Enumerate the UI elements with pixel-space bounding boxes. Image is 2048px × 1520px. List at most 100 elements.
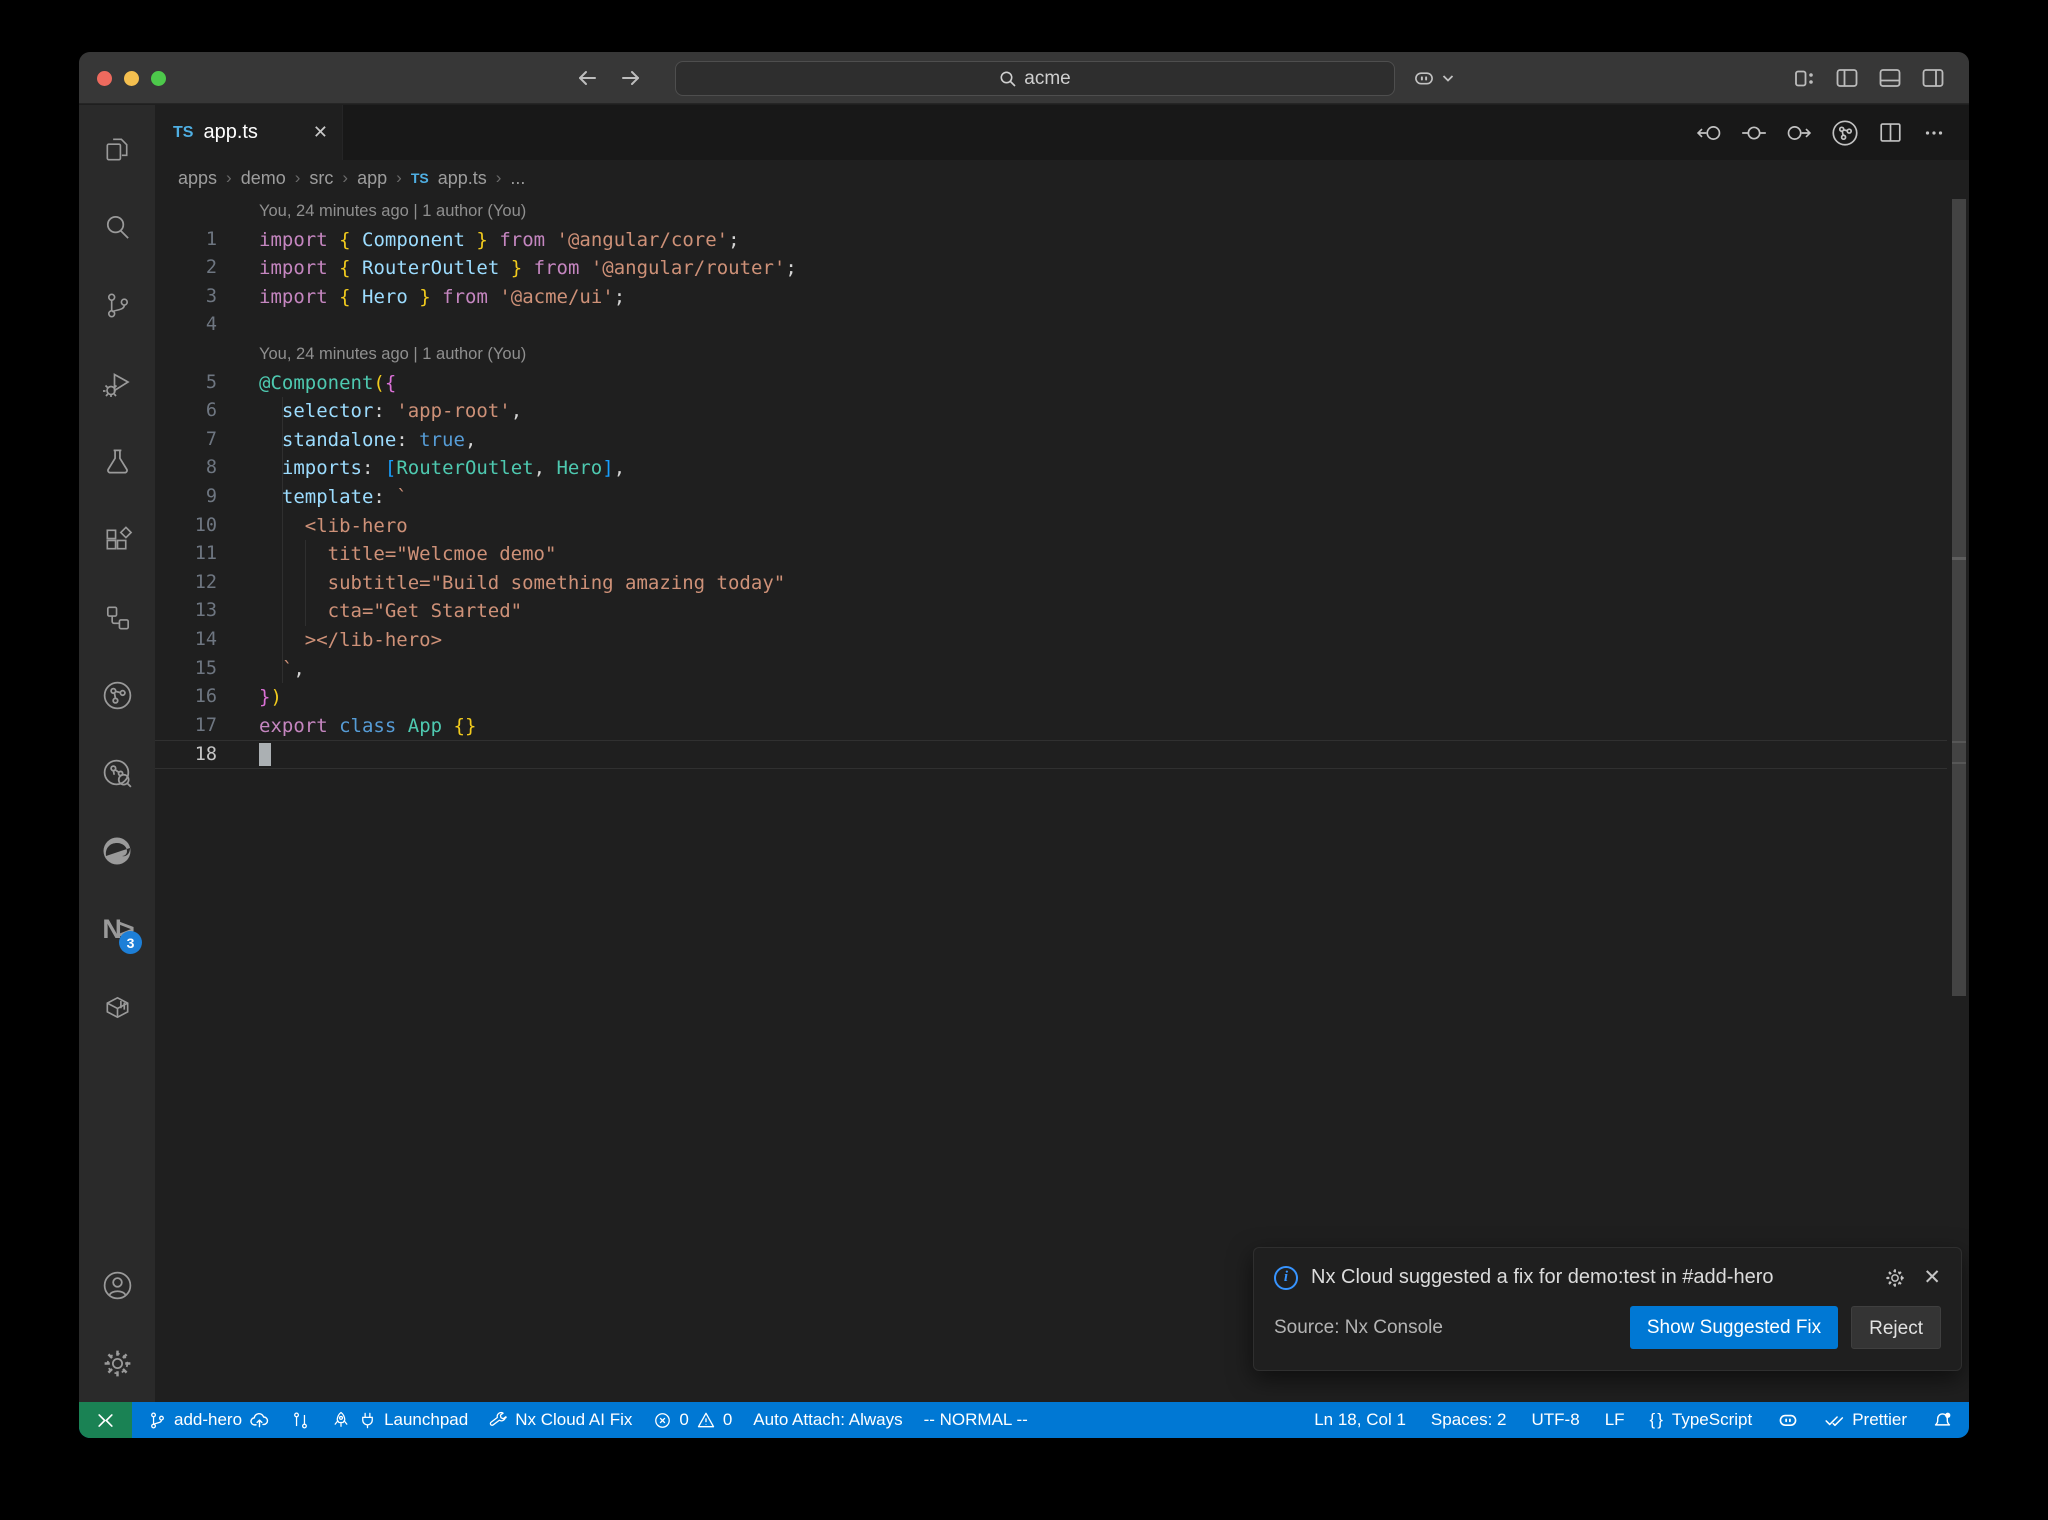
git-compare-status[interactable]	[291, 1411, 310, 1430]
line-number: 2	[205, 257, 217, 279]
run-debug-icon[interactable]	[79, 344, 155, 422]
explorer-icon[interactable]	[79, 110, 155, 188]
back-icon[interactable]	[574, 65, 600, 91]
title-bar: acme	[79, 52, 1969, 104]
notifications-bell[interactable]	[1932, 1410, 1953, 1431]
typescript-file-icon: TS	[173, 123, 194, 141]
language-label: TypeScript	[1671, 1410, 1753, 1429]
source-control-icon[interactable]	[79, 266, 155, 344]
more-actions-icon[interactable]	[1921, 120, 1947, 146]
indentation-status[interactable]: Spaces: 2	[1431, 1410, 1507, 1430]
project-graph-icon[interactable]	[79, 656, 155, 734]
encoding-status[interactable]: UTF-8	[1532, 1410, 1580, 1430]
minimize-window-button[interactable]	[124, 70, 139, 86]
breadcrumb-item[interactable]: app	[357, 168, 387, 189]
tab-app-ts[interactable]: TS app.ts ✕	[155, 105, 343, 160]
code-row[interactable]: 13 cta="Get Started"	[155, 597, 1947, 626]
toggle-sidebar-icon[interactable]	[1835, 66, 1859, 90]
nx-cloud-ai-fix-status[interactable]: Nx Cloud AI Fix	[489, 1410, 632, 1430]
language-status[interactable]: {} TypeScript	[1650, 1410, 1753, 1430]
auto-attach-status[interactable]: Auto Attach: Always	[753, 1410, 902, 1430]
code-line: @Component({	[259, 371, 397, 394]
code-row[interactable]: 10 <lib-hero	[155, 512, 1947, 541]
account-icon[interactable]	[79, 1246, 155, 1324]
reject-button[interactable]: Reject	[1851, 1306, 1941, 1349]
settings-gear-icon[interactable]	[79, 1324, 155, 1402]
close-window-button[interactable]	[97, 70, 112, 86]
code-row[interactable]: 8 imports: [RouterOutlet, Hero],	[155, 454, 1947, 483]
code-line: selector: 'app-root',	[281, 400, 523, 423]
line-number: 11	[194, 543, 217, 565]
gear-icon[interactable]	[1883, 1266, 1907, 1290]
command-center-search[interactable]: acme	[675, 61, 1395, 96]
close-icon[interactable]: ✕	[1923, 1265, 1941, 1290]
breadcrumb-item[interactable]: app.ts	[438, 168, 487, 189]
code-row[interactable]: 15 `,	[155, 655, 1947, 684]
code-row[interactable]: 3 import { Hero } from '@acme/ui';	[155, 283, 1947, 312]
notification-toast: i Nx Cloud suggested a fix for demo:test…	[1253, 1247, 1962, 1371]
extensions-icon[interactable]	[79, 500, 155, 578]
code-row[interactable]: You, 24 minutes ago | 1 author (You)	[155, 340, 1947, 369]
codelens-blame[interactable]: You, 24 minutes ago | 1 author (You)	[259, 340, 526, 369]
nx-badge: 3	[119, 931, 142, 954]
split-editor-icon[interactable]	[1877, 119, 1904, 146]
toggle-secondary-sidebar-icon[interactable]	[1921, 66, 1945, 90]
code-row[interactable]: 1 import { Component } from '@angular/cor…	[155, 226, 1947, 255]
search-icon[interactable]	[79, 188, 155, 266]
scrollbar-track[interactable]	[1948, 196, 1969, 1402]
line-number: 14	[194, 628, 217, 650]
tab-label: app.ts	[203, 121, 258, 143]
cursor-position-status[interactable]: Ln 18, Col 1	[1314, 1410, 1406, 1430]
eol-status[interactable]: LF	[1605, 1410, 1625, 1430]
code-row[interactable]: 12 subtitle="Build something amazing tod…	[155, 569, 1947, 598]
line-number: 16	[194, 686, 217, 708]
code-row[interactable]: 11 title="Welcmoe demo"	[155, 540, 1947, 569]
close-tab-icon[interactable]: ✕	[313, 122, 328, 143]
maximize-window-button[interactable]	[151, 70, 166, 86]
testing-icon[interactable]	[79, 422, 155, 500]
code-row[interactable]: 4	[155, 311, 1947, 340]
nx-icon[interactable]: N> 3	[79, 890, 155, 968]
prev-change-icon[interactable]	[1695, 119, 1723, 147]
forward-icon[interactable]	[618, 65, 644, 91]
line-number: 12	[194, 571, 217, 593]
code-row[interactable]: 2 import { RouterOutlet } from '@angular/…	[155, 254, 1947, 283]
git-branch-status[interactable]: add-hero	[148, 1410, 270, 1431]
prettier-status[interactable]: Prettier	[1824, 1410, 1907, 1431]
graph-circle-icon[interactable]	[1830, 118, 1860, 148]
toggle-panel-icon[interactable]	[1878, 66, 1902, 90]
show-suggested-fix-button[interactable]: Show Suggested Fix	[1629, 1306, 1839, 1349]
problems-status[interactable]: 0 0	[653, 1410, 732, 1430]
codelens-blame[interactable]: You, 24 minutes ago | 1 author (You)	[259, 197, 526, 226]
prettier-label: Prettier	[1852, 1410, 1907, 1429]
breadcrumb-item[interactable]: demo	[241, 168, 286, 189]
graph-search-icon[interactable]	[79, 734, 155, 812]
customize-layout-icon[interactable]	[1793, 67, 1816, 90]
launchpad-status[interactable]: Launchpad	[331, 1410, 468, 1430]
code-row[interactable]: 7 standalone: true,	[155, 426, 1947, 455]
container-icon[interactable]	[79, 968, 155, 1046]
plug-icon	[358, 1411, 377, 1430]
code-row[interactable]: 17 export class App {}	[155, 712, 1947, 741]
breadcrumb-item[interactable]: ...	[510, 168, 525, 189]
code-row[interactable]: 5 @Component({	[155, 369, 1947, 398]
code-editor[interactable]: You, 24 minutes ago | 1 author (You) 1 imp…	[155, 196, 1969, 1402]
code-row[interactable]: 9 template: `	[155, 483, 1947, 512]
next-change-icon[interactable]	[1785, 119, 1813, 147]
double-check-icon	[1824, 1410, 1845, 1431]
copilot-status[interactable]	[1777, 1409, 1799, 1431]
code-row[interactable]: 14 ></lib-hero>	[155, 626, 1947, 655]
code-row[interactable]: 16})	[155, 683, 1947, 712]
code-row[interactable]: You, 24 minutes ago | 1 author (You)	[155, 197, 1947, 226]
code-row[interactable]: 18	[155, 740, 1947, 769]
breadcrumb-item[interactable]: src	[309, 168, 333, 189]
commit-node-icon[interactable]	[1740, 119, 1768, 147]
vim-mode-status[interactable]: -- NORMAL --	[924, 1410, 1028, 1430]
copilot-menu[interactable]	[1411, 52, 1454, 104]
code-row[interactable]: 6 selector: 'app-root',	[155, 397, 1947, 426]
remote-indicator[interactable]	[79, 1402, 132, 1438]
hierarchy-icon[interactable]	[79, 578, 155, 656]
edge-browser-icon[interactable]	[79, 812, 155, 890]
scrollbar-thumb[interactable]	[1952, 199, 1966, 996]
breadcrumb-item[interactable]: apps	[178, 168, 217, 189]
